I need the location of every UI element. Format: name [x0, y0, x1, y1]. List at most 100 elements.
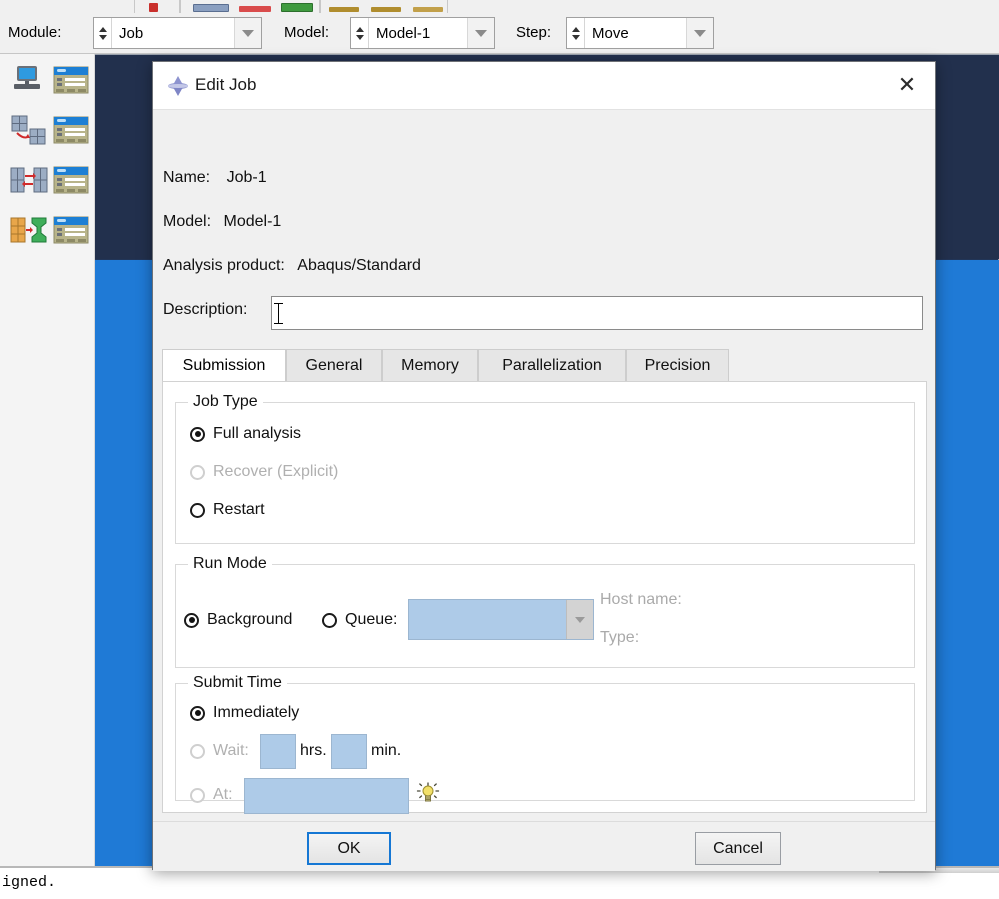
- step-value: Move: [592, 24, 629, 42]
- analysis-product-row: Analysis product: Abaqus/Standard: [163, 257, 421, 275]
- module-dropdown-button[interactable]: [234, 18, 261, 48]
- tab-precision[interactable]: Precision: [626, 349, 729, 381]
- name-row: Name: Job-1: [163, 169, 267, 187]
- model-label: Model:: [284, 24, 330, 41]
- at-time-input: [244, 778, 409, 814]
- toolbar-group-3: [320, 0, 448, 13]
- module-value: Job: [119, 24, 144, 42]
- folder-icon-2[interactable]: [371, 7, 401, 12]
- analysis-product-label: Analysis product:: [163, 257, 285, 274]
- spinner-down-icon[interactable]: [98, 34, 107, 40]
- dialog-title: Edit Job: [195, 75, 257, 94]
- message-text: igned.: [2, 874, 57, 891]
- toolbar-group-2: [180, 0, 320, 13]
- tab-parallelization[interactable]: Parallelization: [478, 349, 626, 381]
- radio-icon: [190, 464, 205, 480]
- adaptivity-create-icon[interactable]: [52, 114, 90, 146]
- abaqus-job-icon: [167, 75, 189, 97]
- folder-icon-1[interactable]: [329, 7, 359, 12]
- chevron-down-icon: [694, 29, 706, 37]
- chevron-down-icon: [475, 29, 487, 37]
- radio-label: Recover (Explicit): [213, 463, 339, 480]
- spinner-up-icon[interactable]: [355, 26, 364, 32]
- radio-background[interactable]: Background: [184, 611, 292, 629]
- radio-label: Restart: [213, 501, 265, 518]
- tab-memory[interactable]: Memory: [382, 349, 478, 381]
- chevron-down-icon: [575, 616, 585, 623]
- chevron-down-icon: [242, 29, 254, 37]
- job-create-icon[interactable]: [52, 64, 90, 96]
- radio-recover-explicit: Recover (Explicit): [190, 463, 338, 481]
- co-execution-manager-icon[interactable]: [10, 164, 48, 196]
- radio-label: Immediately: [213, 704, 300, 721]
- radio-icon: [190, 743, 205, 759]
- optimization-create-icon[interactable]: [52, 214, 90, 246]
- model-dropdown-button[interactable]: [467, 18, 494, 48]
- cancel-button[interactable]: Cancel: [695, 832, 781, 865]
- radio-full-analysis[interactable]: Full analysis: [190, 425, 301, 443]
- module-combobox[interactable]: Job: [93, 17, 262, 49]
- spinner-up-icon[interactable]: [98, 26, 107, 32]
- queue-combobox[interactable]: [408, 599, 594, 640]
- radio-icon: [184, 612, 199, 628]
- tab-general[interactable]: General: [286, 349, 382, 381]
- hrs-label: hrs.: [300, 742, 327, 759]
- step-spinner[interactable]: [567, 18, 585, 48]
- dialog-titlebar[interactable]: Edit Job ✕: [153, 62, 935, 110]
- submission-tab-panel: Job Type Full analysis Recover (Explicit…: [162, 381, 927, 814]
- radio-icon: [190, 705, 205, 721]
- model-combobox[interactable]: Model-1: [350, 17, 495, 49]
- toolbar-group-1: [134, 0, 180, 13]
- lightbulb-icon[interactable]: [416, 782, 440, 806]
- radio-label: Background: [207, 611, 293, 628]
- radio-label: Wait:: [213, 742, 249, 759]
- screen: Module: Job Model: Model-1 Step: Move ig…: [0, 0, 999, 899]
- ok-button[interactable]: OK: [307, 832, 391, 865]
- model-label: Model:: [163, 213, 212, 230]
- radio-restart[interactable]: Restart: [190, 501, 265, 519]
- model-spinner[interactable]: [351, 18, 369, 48]
- name-value: Job-1: [226, 169, 267, 186]
- spinner-up-icon[interactable]: [571, 26, 580, 32]
- step-dropdown-button[interactable]: [686, 18, 713, 48]
- tab-submission[interactable]: Submission: [162, 349, 286, 382]
- spinner-down-icon[interactable]: [571, 34, 580, 40]
- wait-hours-input: [260, 734, 296, 769]
- job-type-group: Job Type Full analysis Recover (Explicit…: [175, 393, 915, 544]
- description-input[interactable]: [271, 296, 923, 330]
- radio-wait: Wait:: [190, 742, 249, 760]
- queue-dropdown-button[interactable]: [566, 600, 593, 639]
- radio-label: At:: [213, 786, 233, 803]
- plot-icon[interactable]: [193, 4, 229, 12]
- close-icon[interactable]: ✕: [879, 62, 935, 108]
- name-label: Name:: [163, 169, 211, 186]
- step-label: Step:: [516, 24, 552, 41]
- spinner-down-icon[interactable]: [355, 34, 364, 40]
- job-manager-icon[interactable]: [10, 64, 48, 96]
- table-icon[interactable]: [281, 3, 313, 12]
- model-value: Model-1: [223, 213, 282, 230]
- module-spinner[interactable]: [94, 18, 112, 48]
- tabstrip: Submission General Memory Parallelizatio…: [162, 349, 927, 382]
- edit-job-dialog: Edit Job ✕ Name: Job-1 Model: Model-1 An…: [152, 61, 936, 871]
- step-combobox[interactable]: Move: [566, 17, 714, 49]
- host-name-label: Host name:: [600, 591, 682, 608]
- chart-icon[interactable]: [239, 6, 271, 12]
- radio-label: Queue:: [345, 611, 398, 628]
- module-toolbox: [0, 54, 95, 866]
- adaptivity-manager-icon[interactable]: [10, 114, 48, 146]
- radio-queue[interactable]: Queue:: [322, 611, 397, 629]
- submit-time-title: Submit Time: [188, 674, 287, 692]
- toolbar-strip: [0, 0, 999, 14]
- context-bar: Module: Job Model: Model-1 Step: Move: [0, 13, 999, 54]
- dialog-footer: OK Cancel: [153, 821, 935, 871]
- radio-immediately[interactable]: Immediately: [190, 704, 299, 722]
- analysis-product-value: Abaqus/Standard: [297, 257, 421, 274]
- co-execution-create-icon[interactable]: [52, 164, 90, 196]
- min-label: min.: [371, 742, 402, 759]
- folder-icon-3[interactable]: [413, 7, 443, 12]
- optimization-manager-icon[interactable]: [10, 214, 48, 246]
- dialog-body: Name: Job-1 Model: Model-1 Analysis prod…: [153, 109, 935, 871]
- radio-at: At:: [190, 786, 233, 804]
- flag-icon[interactable]: [149, 3, 158, 12]
